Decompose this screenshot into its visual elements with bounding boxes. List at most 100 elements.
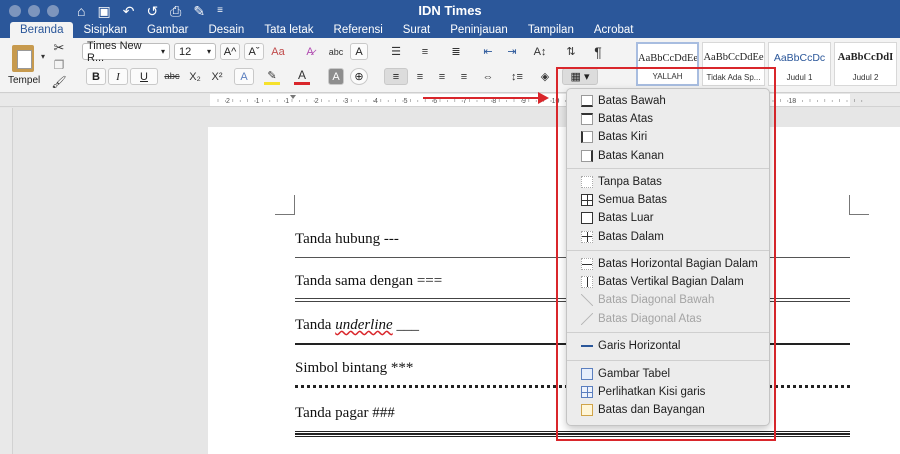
shrink-font-button[interactable]: Aˇ: [244, 43, 264, 60]
tab-referensi[interactable]: Referensi: [324, 22, 393, 38]
tab-sisipkan[interactable]: Sisipkan: [73, 22, 136, 38]
tab-surat[interactable]: Surat: [393, 22, 441, 38]
doc-line-hubung[interactable]: Tanda hubung ---: [295, 231, 399, 248]
bold-button[interactable]: B: [86, 68, 106, 85]
line-prefix: Tanda: [295, 317, 336, 333]
copy-icon[interactable]: ❐: [52, 58, 66, 72]
highlight-color-icon[interactable]: ✎: [264, 68, 280, 85]
borders-shading-icon: [581, 404, 593, 417]
menu-item-batas-atas[interactable]: Batas Atas: [567, 110, 769, 128]
subscript-button[interactable]: X₂: [186, 68, 204, 85]
clear-formatting-icon[interactable]: A̷: [300, 43, 320, 60]
annotation-arrow-line: [423, 97, 541, 99]
sort-icon[interactable]: ⇅: [562, 43, 580, 60]
edit-icon[interactable]: ✎: [193, 4, 205, 18]
menu-item-batas-luar[interactable]: Batas Luar: [567, 209, 769, 227]
menu-item-batas-vertikal-bagian-dalam[interactable]: Batas Vertikal Bagian Dalam: [567, 273, 769, 291]
ruler-label: 9: [522, 98, 526, 105]
character-border-icon[interactable]: A: [350, 43, 368, 60]
character-shading-icon[interactable]: A: [328, 68, 344, 85]
menu-item-batas-diagonal-bawah: Batas Diagonal Bawah: [567, 291, 769, 309]
doc-line-underline[interactable]: Tanda underline ___: [295, 317, 419, 334]
tab-acrobat[interactable]: Acrobat: [584, 22, 644, 38]
redo-icon[interactable]: ↺: [146, 4, 158, 18]
tab-gambar[interactable]: Gambar: [137, 22, 199, 38]
menu-item-tanpa-batas[interactable]: Tanpa Batas: [567, 173, 769, 191]
menu-item-batas-dalam[interactable]: Batas Dalam: [567, 228, 769, 246]
align-left-button[interactable]: ≡: [384, 68, 408, 85]
menu-separator: [567, 332, 769, 333]
doc-line-bintang[interactable]: Simbol bintang ***: [295, 360, 413, 377]
tab-beranda[interactable]: Beranda: [10, 22, 74, 38]
style-judul-2[interactable]: AaBbCcDdI Judul 2: [834, 42, 897, 86]
menu-item-garis-horizontal[interactable]: Garis Horizontal: [567, 337, 769, 355]
menu-item-batas-bawah[interactable]: Batas Bawah: [567, 92, 769, 110]
vertical-ruler[interactable]: [0, 108, 13, 454]
tab-desain[interactable]: Desain: [199, 22, 255, 38]
border-left-icon: [581, 131, 593, 144]
ruler-label: 1: [256, 98, 260, 105]
menu-item-batas-kiri[interactable]: Batas Kiri: [567, 128, 769, 146]
font-name-select[interactable]: Times New R... ▾: [82, 40, 170, 64]
style-judul-1[interactable]: AaBbCcDc Judul 1: [768, 42, 831, 86]
phonetic-guide-icon[interactable]: abc: [326, 43, 346, 60]
cut-icon[interactable]: ✂: [52, 40, 66, 55]
asian-layout-icon[interactable]: A↕: [530, 43, 550, 60]
show-formatting-button[interactable]: ¶: [590, 43, 606, 60]
margin-corner-top-left: [275, 195, 295, 215]
superscript-button[interactable]: X²: [208, 68, 226, 85]
ruler-label: 2: [226, 98, 230, 105]
menu-item-label: Garis Horizontal: [598, 340, 681, 352]
menu-item-batas-horizontal-bagian-dalam[interactable]: Batas Horizontal Bagian Dalam: [567, 255, 769, 273]
style-sample: AaBbCcDdEe: [703, 52, 764, 63]
align-center-icon[interactable]: ≡: [410, 68, 430, 85]
doc-line-sama-dengan[interactable]: Tanda sama dengan ===: [295, 273, 442, 290]
tab-tata-letak[interactable]: Tata letak: [254, 22, 323, 38]
home-icon[interactable]: ⌂: [77, 4, 85, 18]
numbering-icon[interactable]: ≡: [413, 43, 437, 60]
font-size-select[interactable]: 12 ▾: [174, 43, 216, 60]
customize-qat-icon[interactable]: ≡: [217, 4, 223, 18]
shading-icon[interactable]: ◈: [536, 68, 554, 85]
tab-tampilan[interactable]: Tampilan: [518, 22, 584, 38]
multilevel-list-icon[interactable]: ≣: [444, 43, 468, 60]
menu-item-perlihatkan-kisi-garis[interactable]: Perlihatkan Kisi garis: [567, 383, 769, 401]
increase-indent-icon[interactable]: ⇥: [502, 43, 522, 60]
align-right-icon[interactable]: ≡: [432, 68, 452, 85]
font-size-value: 12: [179, 45, 192, 58]
bullets-icon[interactable]: ☰: [384, 43, 408, 60]
minimize-window-button[interactable]: [28, 4, 40, 17]
enclose-characters-icon[interactable]: ⊕: [350, 68, 368, 85]
strikethrough-button[interactable]: abc: [162, 68, 182, 85]
underline-button[interactable]: U: [130, 68, 158, 85]
tab-peninjauan[interactable]: Peninjauan: [440, 22, 518, 38]
doc-line-pagar[interactable]: Tanda pagar ###: [295, 405, 395, 422]
menu-item-semua-batas[interactable]: Semua Batas: [567, 191, 769, 209]
line-spacing-icon[interactable]: ↕≡: [504, 68, 530, 85]
change-case-icon[interactable]: Aa: [271, 43, 284, 60]
line-suffix: ___: [392, 317, 419, 333]
menu-item-gambar-tabel[interactable]: Gambar Tabel: [567, 365, 769, 383]
close-window-button[interactable]: [9, 4, 21, 17]
decrease-indent-icon[interactable]: ⇤: [478, 43, 498, 60]
paste-button[interactable]: [8, 43, 38, 75]
zoom-window-button[interactable]: [47, 4, 59, 17]
ruler-label: 6: [433, 98, 437, 105]
document-page[interactable]: Tanda hubung --- Tanda sama dengan === T…: [208, 127, 900, 454]
italic-button[interactable]: I: [108, 68, 128, 85]
menu-item-batas-dan-bayangan[interactable]: Batas dan Bayangan: [567, 401, 769, 419]
font-color-button[interactable]: A: [294, 68, 310, 85]
no-border-icon: [581, 176, 593, 188]
indent-marker-icon[interactable]: [290, 95, 296, 99]
undo-icon[interactable]: ↶: [123, 4, 135, 18]
print-icon[interactable]: ⎙: [170, 4, 181, 18]
distributed-icon[interactable]: ⇔: [478, 68, 498, 85]
justify-icon[interactable]: ≡: [454, 68, 474, 85]
inside-vertical-border-icon: [581, 276, 593, 289]
paste-menu-chevron-icon[interactable]: ▾: [39, 52, 47, 61]
text-effects-icon[interactable]: A: [234, 68, 254, 85]
format-painter-icon[interactable]: 🖌: [51, 75, 66, 89]
save-icon[interactable]: ▣: [97, 4, 110, 18]
grow-font-button[interactable]: A^: [220, 43, 240, 60]
menu-item-batas-kanan[interactable]: Batas Kanan: [567, 147, 769, 165]
